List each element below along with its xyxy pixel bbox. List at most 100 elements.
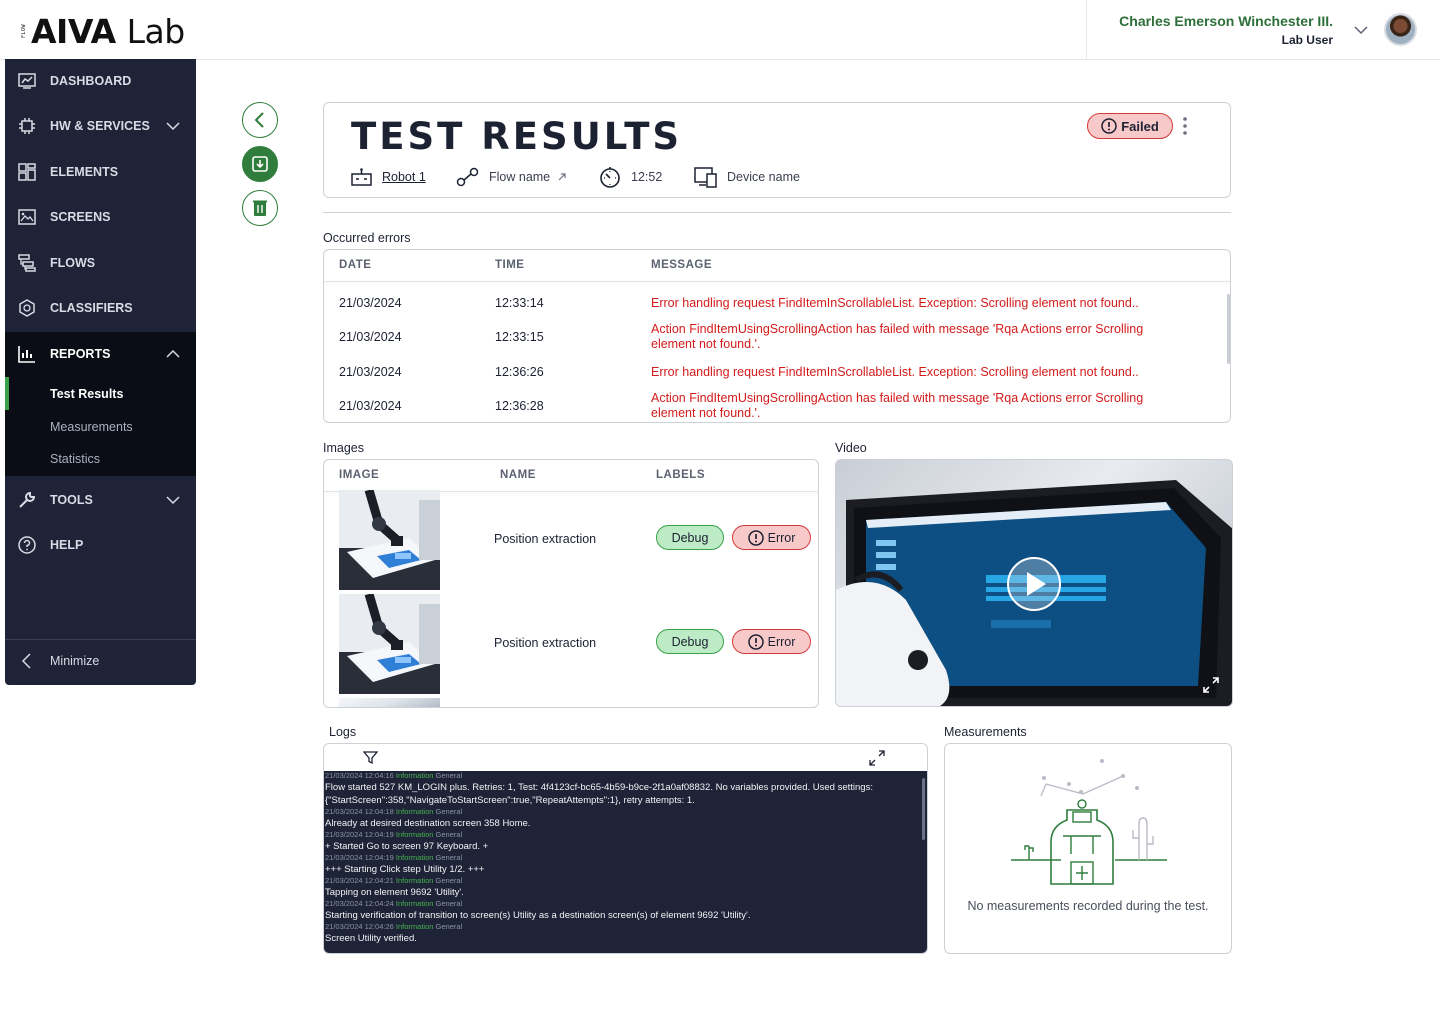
fullscreen-icon[interactable] — [1201, 675, 1221, 695]
logo-lab: Lab — [126, 12, 186, 51]
sidebar-subitem-measurements[interactable]: Measurements — [50, 420, 133, 434]
sidebar-item-screens[interactable]: SCREENS — [5, 197, 196, 237]
filter-icon[interactable] — [363, 750, 378, 765]
log-meta: 21/03/2024 12:04:26 Information General — [325, 922, 927, 932]
sidebar-item-tools[interactable]: TOOLS — [5, 480, 196, 520]
sidebar-item-label: HELP — [50, 538, 84, 552]
elements-icon — [18, 163, 36, 181]
log-timestamp: 21/03/2024 12:04:19 — [325, 830, 394, 839]
image-thumbnail[interactable] — [339, 594, 440, 694]
app-logo[interactable]: FLOW AIVA Lab — [21, 12, 186, 51]
cell-time: 12:36:26 — [495, 365, 544, 379]
column-header-labels[interactable]: LABELS — [656, 469, 705, 481]
status-badge: Failed — [1087, 113, 1173, 139]
error-tag[interactable]: Error — [732, 629, 811, 654]
sidebar-item-classifiers[interactable]: CLASSIFIERS — [5, 288, 196, 328]
delete-button[interactable] — [242, 190, 278, 226]
active-indicator — [5, 377, 9, 410]
robot-arm-image — [339, 490, 440, 590]
user-name: Charles Emerson Winchester III. — [1119, 13, 1333, 29]
logs-output[interactable]: 21/03/2024 12:04:16 Information General … — [324, 771, 927, 953]
log-level: Information — [395, 876, 434, 885]
more-options-icon[interactable] — [1181, 116, 1189, 136]
log-category: General — [435, 922, 463, 931]
column-header-date[interactable]: DATE — [339, 259, 371, 271]
avatar[interactable] — [1384, 13, 1417, 46]
image-thumbnail[interactable] — [339, 490, 440, 590]
table-row[interactable]: 21/03/2024 12:33:15 Action FindItemUsing… — [324, 320, 1224, 354]
external-link-icon[interactable] — [556, 171, 568, 183]
top-bar: FLOW AIVA Lab Charles Emerson Winchester… — [0, 0, 1440, 60]
trash-icon — [253, 200, 267, 216]
sidebar-item-hw-services[interactable]: HW & SERVICES — [5, 106, 196, 146]
image-name: Position extraction — [494, 636, 597, 650]
cell-message: Action FindItemUsingScrollingAction has … — [651, 322, 1144, 351]
device-info[interactable]: Device name — [694, 165, 800, 189]
video-player[interactable] — [835, 459, 1233, 707]
table-row[interactable]: 21/03/2024 12:36:26 Error handling reque… — [324, 355, 1224, 389]
log-timestamp: 21/03/2024 12:04:21 — [325, 876, 394, 885]
measurements-section-label: Measurements — [944, 725, 1027, 739]
duration-value: 12:52 — [631, 170, 663, 184]
user-menu[interactable]: Charles Emerson Winchester III. Lab User — [1086, 0, 1440, 60]
log-timestamp: 21/03/2024 12:04:26 — [325, 922, 394, 931]
log-meta: 21/03/2024 12:04:19 Information General — [325, 830, 927, 840]
chevron-left-icon — [21, 653, 31, 669]
cell-message: Error handling request FindItemInScrolla… — [651, 296, 1139, 310]
log-category: General — [435, 830, 463, 839]
robot-link[interactable]: Robot 1 — [382, 170, 426, 184]
scrollbar[interactable] — [922, 778, 925, 840]
robot-info[interactable]: Robot 1 — [350, 165, 426, 189]
sidebar-minimize-button[interactable]: Minimize — [5, 641, 196, 681]
sidebar-subitem-test-results[interactable]: Test Results — [50, 387, 123, 401]
image-row[interactable]: Position extraction Debug Error — [324, 594, 818, 694]
video-section-label: Video — [835, 441, 867, 455]
wrench-icon — [19, 491, 36, 508]
column-header-message[interactable]: MESSAGE — [651, 259, 712, 271]
divider — [323, 212, 1231, 213]
sidebar-item-flows[interactable]: FLOWS — [5, 243, 196, 283]
log-message: + Started Go to screen 97 Keyboard. + — [325, 841, 489, 852]
cell-time: 12:33:15 — [495, 330, 544, 344]
download-button[interactable] — [242, 146, 278, 182]
sidebar-subitem-statistics[interactable]: Statistics — [50, 452, 100, 466]
column-header-time[interactable]: TIME — [495, 259, 524, 271]
test-summary-card: TEST RESULTS Failed Robot 1 Flow name 12… — [323, 102, 1231, 198]
sidebar-item-elements[interactable]: ELEMENTS — [5, 152, 196, 192]
cell-date: 21/03/2024 — [339, 330, 402, 344]
table-row[interactable]: 21/03/2024 12:33:14 Error handling reque… — [324, 286, 1224, 320]
images-table: IMAGE NAME LABELS Position extraction De… — [323, 459, 819, 708]
scrollbar[interactable] — [1227, 294, 1230, 364]
cell-date: 21/03/2024 — [339, 365, 402, 379]
error-tag[interactable]: Error — [732, 525, 811, 550]
sidebar-item-reports[interactable]: REPORTS — [5, 334, 196, 374]
debug-tag[interactable]: Debug — [656, 629, 724, 654]
classifiers-icon — [19, 299, 35, 317]
log-meta: 21/03/2024 12:04:16 Information General — [325, 771, 927, 781]
sidebar-item-label: TOOLS — [50, 493, 93, 507]
column-header-image[interactable]: IMAGE — [339, 469, 379, 481]
back-button[interactable] — [242, 102, 278, 138]
cell-date: 21/03/2024 — [339, 296, 402, 310]
debug-tag[interactable]: Debug — [656, 525, 724, 550]
log-category: General — [435, 853, 463, 862]
log-timestamp: 21/03/2024 12:04:24 — [325, 899, 394, 908]
cell-time: 12:33:14 — [495, 296, 544, 310]
image-row[interactable]: Position extraction Debug Error — [324, 490, 818, 590]
flow-icon — [456, 167, 479, 187]
image-thumbnail[interactable] — [339, 698, 440, 707]
robot-arm-image — [339, 594, 440, 694]
log-message: Flow started 527 KM_LOGIN plus. Retries:… — [325, 782, 873, 806]
table-row[interactable]: 21/03/2024 12:36:28 Action FindItemUsing… — [324, 389, 1224, 422]
flow-info[interactable]: Flow name — [456, 165, 568, 189]
chevron-down-icon[interactable] — [1353, 22, 1369, 38]
errors-table: DATE TIME MESSAGE 21/03/2024 12:33:14 Er… — [323, 249, 1231, 423]
video-frame-image — [836, 480, 1232, 706]
expand-icon[interactable] — [868, 749, 886, 767]
sidebar-item-dashboard[interactable]: DASHBOARD — [5, 61, 196, 101]
log-message: +++ Starting Click step Utility 1/2. +++ — [325, 864, 485, 875]
sidebar-item-help[interactable]: HELP — [5, 525, 196, 565]
log-timestamp: 21/03/2024 12:04:19 — [325, 853, 394, 862]
column-header-name[interactable]: NAME — [500, 469, 536, 481]
tag-label: Error — [767, 634, 796, 649]
